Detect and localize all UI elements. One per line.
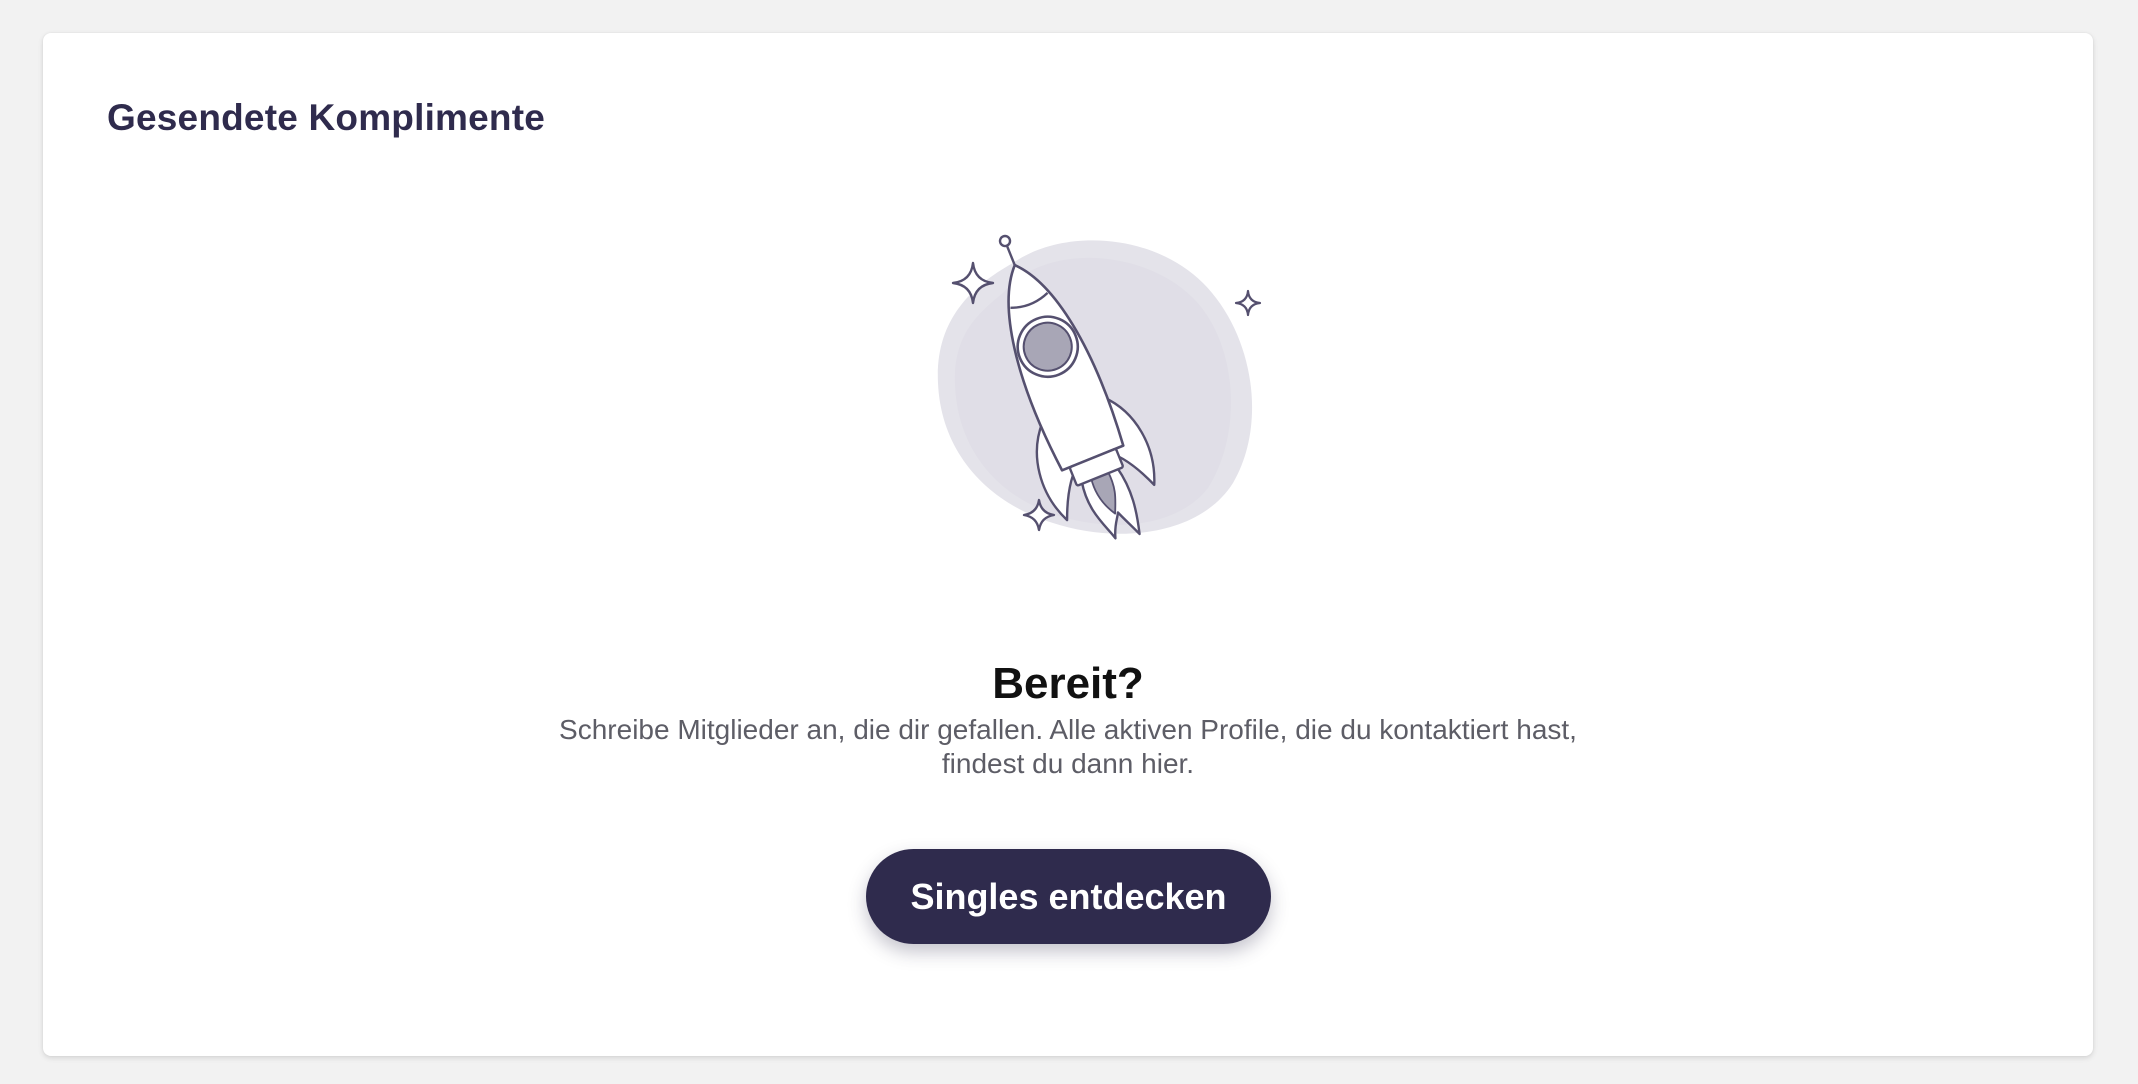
sparkle-icon — [1234, 289, 1262, 317]
empty-state-illustration — [893, 203, 1293, 563]
discover-singles-button[interactable]: Singles entdecken — [866, 849, 1271, 944]
content-card: Gesendete Komplimente Bereit? Schreibe M… — [43, 33, 2093, 1056]
empty-state-headline: Bereit? — [992, 659, 1144, 708]
section-title: Gesendete Komplimente — [107, 97, 546, 138]
rocket-icon — [937, 234, 1262, 540]
empty-state-description: Schreibe Mitglieder an, die dir gefallen… — [559, 714, 1577, 779]
